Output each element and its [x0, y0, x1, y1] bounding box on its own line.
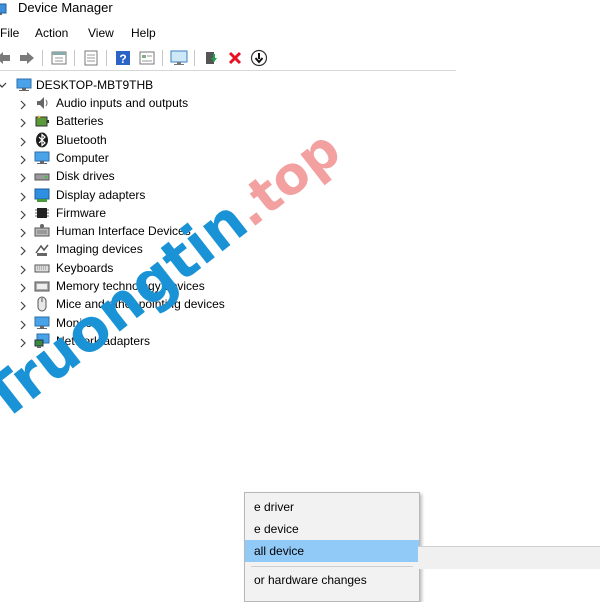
context-menu: e driver e device all device or hardware… [244, 492, 420, 602]
chevron-right-icon[interactable] [19, 300, 27, 314]
chevron-right-icon[interactable] [19, 264, 27, 278]
tree-root[interactable]: DESKTOP-MBT9THB [0, 76, 300, 94]
tree-item[interactable]: Mice and other pointing devices [0, 295, 300, 313]
camera-icon [34, 241, 50, 257]
battery-icon [34, 113, 50, 129]
tree-item-label: Network adapters [56, 333, 151, 348]
menu-action[interactable]: Action [35, 26, 68, 40]
properties-icon[interactable] [50, 49, 68, 67]
tree-item[interactable]: Human Interface Devices [0, 222, 300, 240]
toolbar-separator [106, 50, 107, 66]
tree-item-label: Memory technology devices [56, 279, 205, 293]
title-bar: Device Manager [0, 0, 600, 20]
svg-text:?: ? [119, 52, 126, 66]
tree-item[interactable]: Keyboards [0, 259, 300, 277]
chevron-right-icon[interactable] [19, 136, 27, 150]
chevron-right-icon[interactable] [19, 227, 27, 241]
context-item-update-driver[interactable]: e driver [245, 496, 419, 518]
tree-item[interactable]: Batteries [0, 112, 300, 130]
memory-icon [34, 278, 50, 294]
chevron-right-icon[interactable] [19, 99, 27, 113]
tree-item[interactable]: Disk drives [0, 167, 300, 185]
menu-file[interactable]: File [0, 26, 19, 40]
toolbar-separator [42, 50, 43, 66]
chevron-right-icon[interactable] [19, 172, 27, 186]
tree-item[interactable]: Bluetooth [0, 131, 300, 149]
menu-separator [251, 566, 413, 567]
tree-item-label: Batteries [56, 114, 104, 129]
tree-item-label: Disk drives [56, 169, 115, 184]
speaker-icon [34, 95, 50, 111]
tree-root-label: DESKTOP-MBT9THB [36, 78, 154, 92]
chevron-right-icon[interactable] [19, 319, 27, 333]
update-driver-icon[interactable] [202, 49, 220, 67]
tree-item[interactable]: Memory technology devices [0, 277, 300, 295]
computer-icon [16, 78, 32, 95]
disable-icon[interactable] [250, 49, 268, 67]
chevron-right-icon[interactable] [19, 117, 27, 131]
help-icon[interactable]: ? [114, 49, 132, 67]
chevron-right-icon[interactable] [19, 282, 27, 296]
computer-icon [34, 150, 50, 166]
tree-item[interactable]: Monitors [0, 314, 300, 332]
tree-item[interactable]: Computer [0, 149, 300, 167]
back-icon[interactable] [0, 49, 12, 67]
scan-monitor-icon[interactable] [170, 49, 188, 67]
tree-item-label: Display adapters [56, 187, 146, 202]
chevron-right-icon[interactable] [19, 245, 27, 259]
context-item-label: all device [254, 544, 305, 558]
context-item-scan-hardware[interactable]: or hardware changes [245, 569, 419, 591]
context-item-disable-device[interactable]: e device [245, 518, 419, 540]
tree-item-label: Keyboards [56, 260, 114, 275]
menu-help[interactable]: Help [131, 26, 156, 40]
chevron-right-icon[interactable] [19, 191, 27, 205]
context-item-uninstall-device[interactable]: all device [245, 540, 419, 562]
list-view-icon[interactable] [82, 49, 100, 67]
tree-item[interactable]: Firmware [0, 204, 300, 222]
hid-icon [34, 223, 50, 239]
chevron-right-icon[interactable] [19, 209, 27, 223]
chevron-right-icon[interactable] [19, 337, 27, 351]
tree-item-label: Firmware [56, 205, 106, 220]
tree-item[interactable]: Audio inputs and outputs [0, 94, 300, 112]
tree-item-label: Monitors [56, 315, 103, 330]
tree-item-label: Imaging devices [56, 242, 143, 257]
bluetooth-icon [34, 132, 50, 148]
toolbar-separator [194, 50, 195, 66]
tree-item[interactable]: Display adapters [0, 186, 300, 204]
toolbar: ? [0, 46, 456, 71]
tree-item-label: Bluetooth [56, 132, 107, 147]
tree-item-label: Audio inputs and outputs [56, 96, 189, 110]
disk-drive-icon [34, 168, 50, 184]
monitor-icon [34, 315, 50, 331]
firmware-icon [34, 205, 50, 221]
window-title: Device Manager [18, 0, 113, 15]
toolbar-separator [162, 50, 163, 66]
context-item-label: e driver [254, 500, 295, 514]
forward-icon[interactable] [18, 49, 36, 67]
chevron-right-icon[interactable] [19, 154, 27, 168]
device-manager-icon [0, 2, 8, 16]
menu-view[interactable]: View [88, 26, 114, 40]
details-icon[interactable] [138, 49, 156, 67]
network-adapter-icon [34, 333, 50, 349]
mouse-icon [34, 296, 50, 312]
menu-bar: File Action View Help [0, 22, 600, 44]
tree-item-label: Mice and other pointing devices [56, 297, 225, 312]
status-bar [418, 546, 600, 569]
context-item-label: or hardware changes [254, 573, 367, 587]
tree-item[interactable]: Imaging devices [0, 240, 300, 258]
tree-item[interactable]: Network adapters [0, 332, 300, 350]
toolbar-separator [74, 50, 75, 66]
chevron-down-icon[interactable] [0, 79, 7, 93]
display-adapter-icon [34, 187, 50, 203]
context-item-label: e device [254, 522, 299, 536]
tree-item-label: Human Interface Devices [56, 224, 191, 239]
keyboard-icon [34, 260, 50, 276]
uninstall-icon[interactable] [226, 49, 244, 67]
tree-item-label: Computer [56, 150, 109, 165]
